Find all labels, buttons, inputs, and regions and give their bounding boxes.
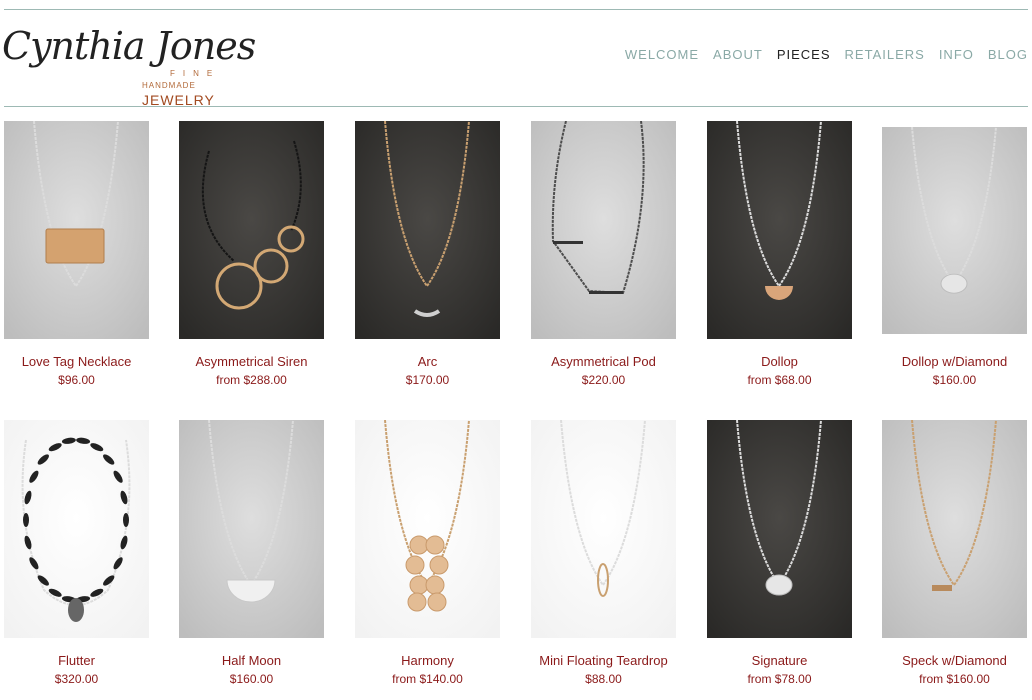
product-image[interactable]: [531, 121, 676, 339]
product-name[interactable]: Speck w/Diamond: [870, 653, 1032, 668]
product-price: $88.00: [585, 672, 622, 686]
main-nav: WELCOME ABOUT PIECES RETAILERS INFO BLOG: [625, 47, 1028, 62]
header-top-rule: [4, 9, 1028, 10]
product-image-svg: [882, 127, 1027, 334]
product-price: $160.00: [229, 672, 274, 686]
nav-retailers[interactable]: RETAILERS: [845, 47, 925, 62]
product-image[interactable]: [4, 420, 149, 638]
product-image[interactable]: [355, 121, 500, 339]
product-name[interactable]: Dollop w/Diamond: [870, 354, 1032, 369]
product-image-svg: [4, 420, 149, 638]
product-price: $170.00: [405, 373, 450, 387]
logo-script-name: Cynthia Jones: [2, 24, 256, 68]
product-image[interactable]: [179, 121, 324, 339]
product-name[interactable]: Mini Floating Teardrop: [519, 653, 689, 668]
product-name[interactable]: Signature: [695, 653, 865, 668]
product-price: from $288.00: [216, 373, 287, 387]
header-bottom-rule: [4, 106, 1028, 107]
product-image-svg: [882, 420, 1027, 638]
product-image-svg: [707, 121, 852, 339]
nav-info[interactable]: INFO: [939, 47, 974, 62]
product-image-svg: [531, 420, 676, 638]
product-name[interactable]: Asymmetrical Pod: [519, 354, 689, 369]
product-image-svg: [179, 420, 324, 638]
product-image[interactable]: [179, 420, 324, 638]
product-image[interactable]: [707, 420, 852, 638]
nav-welcome[interactable]: WELCOME: [625, 47, 699, 62]
product-image-svg: [179, 121, 324, 339]
product-name[interactable]: Asymmetrical Siren: [167, 354, 337, 369]
product-price: $220.00: [581, 373, 626, 387]
nav-pieces[interactable]: PIECES: [777, 47, 831, 62]
product-name[interactable]: Harmony: [343, 653, 513, 668]
product-price: $160.00: [932, 373, 977, 387]
product-image[interactable]: [4, 121, 149, 339]
product-name[interactable]: Dollop: [695, 354, 865, 369]
product-image[interactable]: [531, 420, 676, 638]
nav-blog[interactable]: BLOG: [988, 47, 1028, 62]
product-image[interactable]: [355, 420, 500, 638]
product-image-svg: [531, 121, 676, 339]
product-image[interactable]: [882, 420, 1027, 638]
product-price: from $140.00: [392, 672, 463, 686]
product-image-svg: [4, 121, 149, 339]
site-logo[interactable]: Cynthia Jones FINE HANDMADE JEWELRY: [0, 12, 256, 108]
product-price: from $78.00: [747, 672, 812, 686]
nav-about[interactable]: ABOUT: [713, 47, 763, 62]
product-price: from $160.00: [919, 672, 990, 686]
product-name[interactable]: Half Moon: [167, 653, 337, 668]
product-name[interactable]: Love Tag Necklace: [0, 354, 162, 369]
product-image-svg: [707, 420, 852, 638]
product-image[interactable]: [882, 127, 1027, 334]
product-name[interactable]: Flutter: [0, 653, 162, 668]
product-price: $320.00: [54, 672, 99, 686]
product-price: from $68.00: [747, 373, 812, 387]
product-image[interactable]: [707, 121, 852, 339]
product-image-svg: [355, 420, 500, 638]
logo-fine-text: FINE: [170, 69, 221, 78]
product-image-svg: [355, 121, 500, 339]
product-price: $96.00: [58, 373, 95, 387]
logo-handmade-text: HANDMADE: [142, 81, 196, 90]
product-name[interactable]: Arc: [343, 354, 513, 369]
